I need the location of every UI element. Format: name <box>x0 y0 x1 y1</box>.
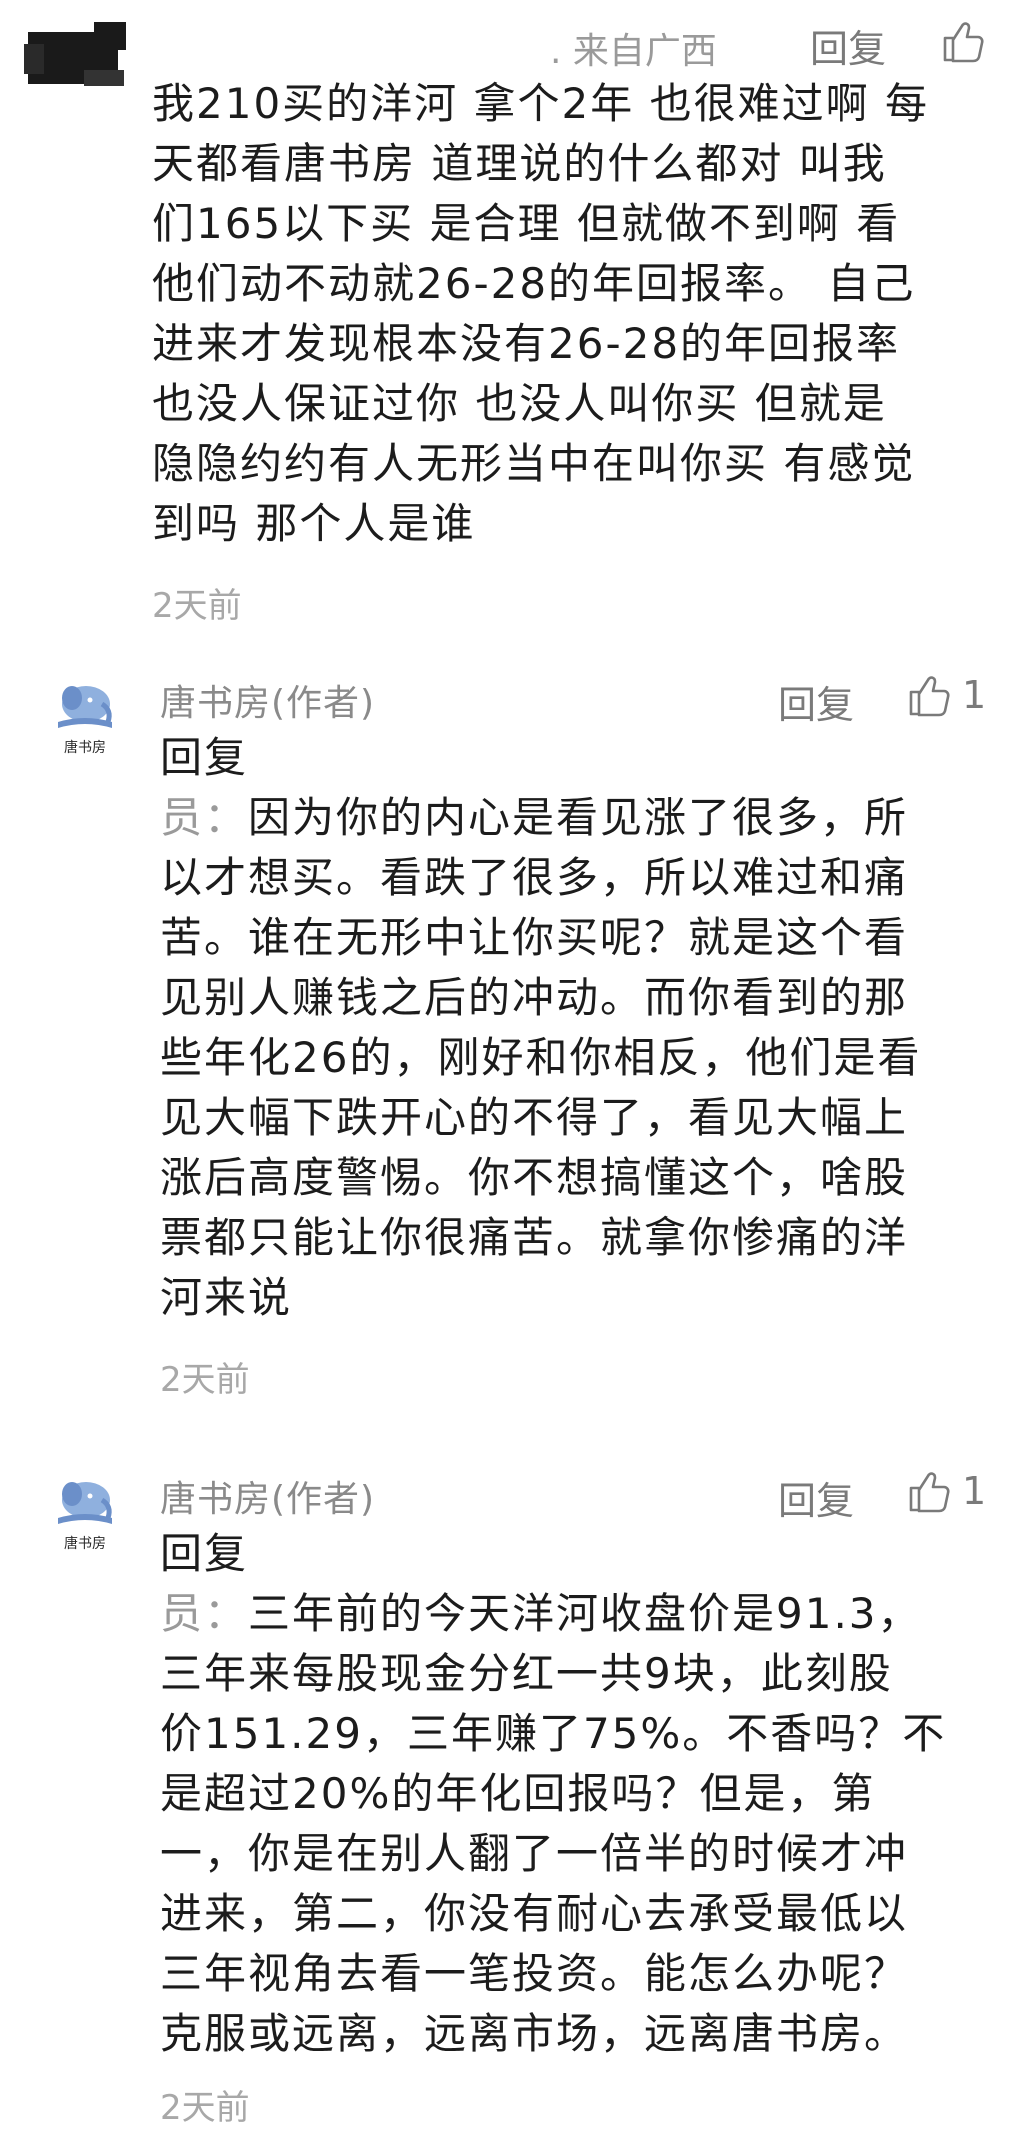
comment-body: 员：三年前的今天洋河收盘价是91.3， 三年来每股现金分红一共9块，此刻股 价1… <box>160 1584 946 2064</box>
comment-item: 唐书房 唐书房(作者) 回复 1 回复 员：因为你的内心是看见涨了很多，所 以才… <box>0 640 1019 1400</box>
comment-line: 以才想买。看跌了很多，所以难过和痛 <box>160 853 909 902</box>
comment-line: 三年来每股现金分红一共9块，此刻股 <box>160 1649 893 1698</box>
thumbs-up-icon <box>909 1472 950 1513</box>
comment-line: 天都看唐书房 道理说的什么都对 叫我 <box>152 139 887 188</box>
comment-item: . 来自广西 回复 我210买的洋河 拿个2年 也很难过啊 每 天都看唐书房 道… <box>0 0 1019 640</box>
elephant-book-icon[interactable]: 唐书房 <box>44 1466 126 1556</box>
comment-line: 见大幅下跌开心的不得了，看见大幅上 <box>160 1093 909 1142</box>
comment-line: 见别人赚钱之后的冲动。而你看到的那 <box>160 973 909 1022</box>
comment-line-text: 因为你的内心是看见涨了很多，所 <box>248 793 909 842</box>
reply-target: 员： <box>160 793 249 842</box>
avatar-redacted-icon[interactable] <box>24 22 134 90</box>
like-count: 1 <box>962 673 987 717</box>
comment-line: 价151.29，三年赚了75%。不香吗？不 <box>160 1709 947 1758</box>
comment-line: 隐隐约约有人无形当中在叫你买 有感觉 <box>152 439 916 488</box>
comment-line: 克服或远离，远离市场，远离唐书房。 <box>160 2009 909 2058</box>
comment-line: 苦。谁在无形中让你买呢？就是这个看 <box>160 913 909 962</box>
comment-time: 2天前 <box>160 2088 250 2128</box>
comment-location: . 来自广西 <box>550 31 717 72</box>
comment-line: 们165以下买 是合理 但就做不到啊 看 <box>152 199 901 248</box>
comment-time: 2天前 <box>160 1360 250 1400</box>
elephant-book-icon[interactable]: 唐书房 <box>44 670 126 760</box>
comment-line: 员：三年前的今天洋河收盘价是91.3， <box>160 1584 946 1644</box>
thumbs-up-icon <box>909 676 950 717</box>
comment-time: 2天前 <box>152 586 242 626</box>
comment-line: 一，你是在别人翻了一倍半的时候才冲 <box>160 1829 909 1878</box>
reply-button[interactable]: 回复 <box>810 18 886 73</box>
like-button[interactable]: 1 <box>906 670 986 720</box>
comment-line: 三年视角去看一笔投资。能怎么办呢？ <box>160 1949 909 1998</box>
avatar-caption: 唐书房 <box>64 1535 106 1552</box>
comment-line: 进来，第二，你没有耐心去承受最低以 <box>160 1889 909 1938</box>
comment-line: 到吗 那个人是谁 <box>152 499 476 548</box>
reply-button[interactable]: 回复 <box>778 1470 854 1525</box>
reply-button[interactable]: 回复 <box>778 674 854 729</box>
comment-body: 员：因为你的内心是看见涨了很多，所 以才想买。看跌了很多，所以难过和痛 苦。谁在… <box>160 788 921 1328</box>
comment-line: 些年化26的，刚好和你相反，他们是看 <box>160 1033 922 1082</box>
comment-line: 票都只能让你很痛苦。就拿你惨痛的洋 <box>160 1213 909 1262</box>
comment-item: 唐书房 唐书房(作者) 回复 1 回复 员：三年前的今天洋河收盘价是91.3， … <box>0 1440 1019 2130</box>
like-button[interactable] <box>940 16 986 66</box>
comment-line: 也没人保证过你 也没人叫你买 但就是 <box>152 379 887 428</box>
avatar-caption: 唐书房 <box>64 739 106 756</box>
comment-line: 河来说 <box>160 1273 293 1322</box>
like-count: 1 <box>962 1469 987 1513</box>
author-name[interactable]: 唐书房(作者) <box>160 1470 375 1522</box>
comment-line: 我210买的洋河 拿个2年 也很难过啊 每 <box>152 79 929 128</box>
reply-target: 员： <box>160 1589 249 1638</box>
comment-line: 进来才发现根本没有26-28的年回报率 <box>152 319 901 368</box>
comment-line: 是超过20%的年化回报吗？但是，第 <box>160 1769 876 1818</box>
author-name[interactable]: 唐书房(作者) <box>160 674 375 726</box>
reply-prefix: 回复 <box>160 1529 249 1578</box>
comment-body: 我210买的洋河 拿个2年 也很难过啊 每 天都看唐书房 道理说的什么都对 叫我… <box>152 74 929 554</box>
like-button[interactable]: 1 <box>906 1466 986 1516</box>
thumbs-up-icon <box>943 22 984 63</box>
reply-prefix: 回复 <box>160 733 249 782</box>
comment-line-text: 三年前的今天洋河收盘价是91.3， <box>248 1589 922 1638</box>
comment-line: 员：因为你的内心是看见涨了很多，所 <box>160 788 921 848</box>
comment-line: 他们动不动就26-28的年回报率。 自己 <box>152 259 916 308</box>
comment-line: 涨后高度警惕。你不想搞懂这个，啥股 <box>160 1153 909 1202</box>
